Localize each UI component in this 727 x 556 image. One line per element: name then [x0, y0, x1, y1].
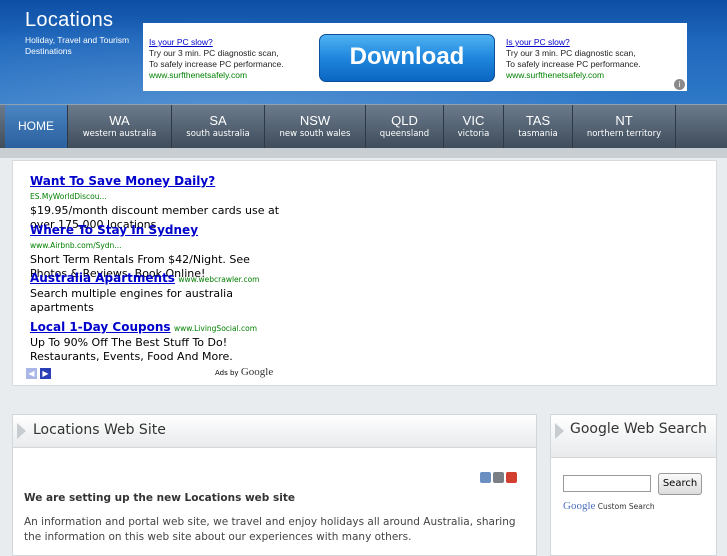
nav-item-abbr: VIC [462, 113, 485, 128]
prev-ad-arrow-icon[interactable]: ◀ [26, 368, 37, 379]
text-ad-body: Up To 90% Off The Best Stuff To Do! Rest… [30, 336, 233, 363]
google-custom-search: Google Custom Search [563, 500, 655, 512]
text-ad[interactable]: Australia Apartments www.webcrawler.com … [30, 271, 280, 315]
nav-item-nt[interactable]: NT northern territory [573, 105, 676, 149]
search-input[interactable] [563, 475, 651, 492]
google-label: Google [563, 500, 596, 512]
text-ad-title[interactable]: Local 1-Day Coupons [30, 320, 171, 334]
nav-item-sa[interactable]: SA south australia [172, 105, 265, 149]
site-title[interactable]: Locations [25, 9, 113, 32]
nav-item-abbr: WA [109, 113, 130, 128]
print-icon[interactable] [493, 472, 504, 483]
nav-item-name: tasmania [518, 129, 558, 139]
page-title: Locations Web Site [33, 422, 166, 438]
nav-item-name: south australia [186, 129, 250, 139]
ad-info-icon[interactable]: i [674, 79, 685, 90]
text-ad-title[interactable]: Want To Save Money Daily? [30, 174, 215, 188]
text-ad-title[interactable]: Australia Apartments [30, 271, 175, 285]
nav-item-abbr: SA [209, 113, 227, 128]
header-arrow-icon [555, 423, 564, 439]
sidebar-search-box: Google Web Search Search Google Custom S… [550, 414, 717, 556]
nav-home-label: HOME [18, 119, 54, 133]
nav-item-tas[interactable]: TAS tasmania [504, 105, 573, 149]
nav-item-nsw[interactable]: NSW new south wales [265, 105, 366, 149]
banner-ad-line: To safely increase PC performance. [506, 59, 641, 69]
nav-item-vic[interactable]: VIC victoria [444, 105, 504, 149]
text-ad-url[interactable]: www.LivingSocial.com [174, 324, 257, 333]
content-box-header: Locations Web Site [13, 415, 536, 448]
divider-band [0, 148, 727, 158]
main-nav: HOME WA western australia SA south austr… [0, 104, 727, 149]
banner-ad-url[interactable]: www.surfthenetsafely.com [149, 70, 309, 81]
banner-ad-line: Try our 3 min. PC diagnostic scan, [506, 48, 636, 58]
sidebar-title: Google Web Search [570, 421, 707, 437]
text-ad-url[interactable]: ES.MyWorldDiscou... [30, 192, 107, 201]
text-ad-url[interactable]: www.webcrawler.com [178, 275, 259, 284]
nav-item-abbr: NSW [299, 113, 331, 128]
banner-ad[interactable]: Is your PC slow? Try our 3 min. PC diagn… [143, 23, 687, 91]
search-button[interactable]: Search [658, 473, 702, 495]
nav-item-name: new south wales [279, 129, 351, 139]
banner-ad-question[interactable]: Is your PC slow? [506, 37, 666, 48]
banner-ad-right[interactable]: Is your PC slow? Try our 3 min. PC diagn… [506, 37, 666, 81]
email-icon[interactable] [480, 472, 491, 483]
nav-item-abbr: TAS [525, 113, 551, 128]
banner-ad-url[interactable]: www.surfthenetsafely.com [506, 70, 666, 81]
text-ads-panel: Want To Save Money Daily? ES.MyWorldDisc… [12, 160, 717, 386]
ads-by-prefix: Ads by [215, 369, 239, 377]
nav-item-name: victoria [457, 129, 490, 139]
custom-search-label: Custom Search [597, 502, 655, 511]
banner-ad-left[interactable]: Is your PC slow? Try our 3 min. PC diagn… [149, 37, 309, 81]
sidebar-header: Google Web Search [551, 415, 716, 458]
pdf-icon[interactable] [506, 472, 517, 483]
nav-item-name: western australia [82, 129, 157, 139]
main-content-box: Locations Web Site We are setting up the… [12, 414, 537, 556]
site-tagline: Holiday, Travel and Tourism Destinations [25, 35, 130, 56]
nav-item-abbr: QLD [391, 113, 418, 128]
next-ad-arrow-icon[interactable]: ▶ [40, 368, 51, 379]
banner-ad-line: To safely increase PC performance. [149, 59, 284, 69]
text-ad-title[interactable]: Where To Stay In Sydney [30, 223, 198, 237]
banner-ad-line: Try our 3 min. PC diagnostic scan, [149, 48, 279, 58]
nav-item-qld[interactable]: QLD queensland [366, 105, 444, 149]
text-ad-body: Search multiple engines for australia ap… [30, 287, 233, 314]
nav-item-wa[interactable]: WA western australia [68, 105, 172, 149]
article-paragraph: An information and portal web site, we t… [24, 516, 516, 543]
text-ad-url[interactable]: www.Airbnb.com/Sydn... [30, 241, 121, 250]
article-tools [480, 468, 519, 487]
download-button[interactable]: Download [319, 34, 495, 82]
article-heading: We are setting up the new Locations web … [24, 492, 295, 504]
text-ad[interactable]: Local 1-Day Coupons www.LivingSocial.com… [30, 320, 280, 364]
nav-item-name: northern territory [586, 129, 662, 139]
google-logo: Google [240, 366, 274, 378]
nav-item-abbr: NT [615, 113, 633, 128]
header-arrow-icon [17, 423, 26, 439]
nav-item-name: queensland [379, 129, 430, 139]
ads-by-google[interactable]: Ads by Google [215, 366, 273, 378]
banner-ad-question[interactable]: Is your PC slow? [149, 37, 309, 48]
nav-home[interactable]: HOME [5, 105, 68, 149]
